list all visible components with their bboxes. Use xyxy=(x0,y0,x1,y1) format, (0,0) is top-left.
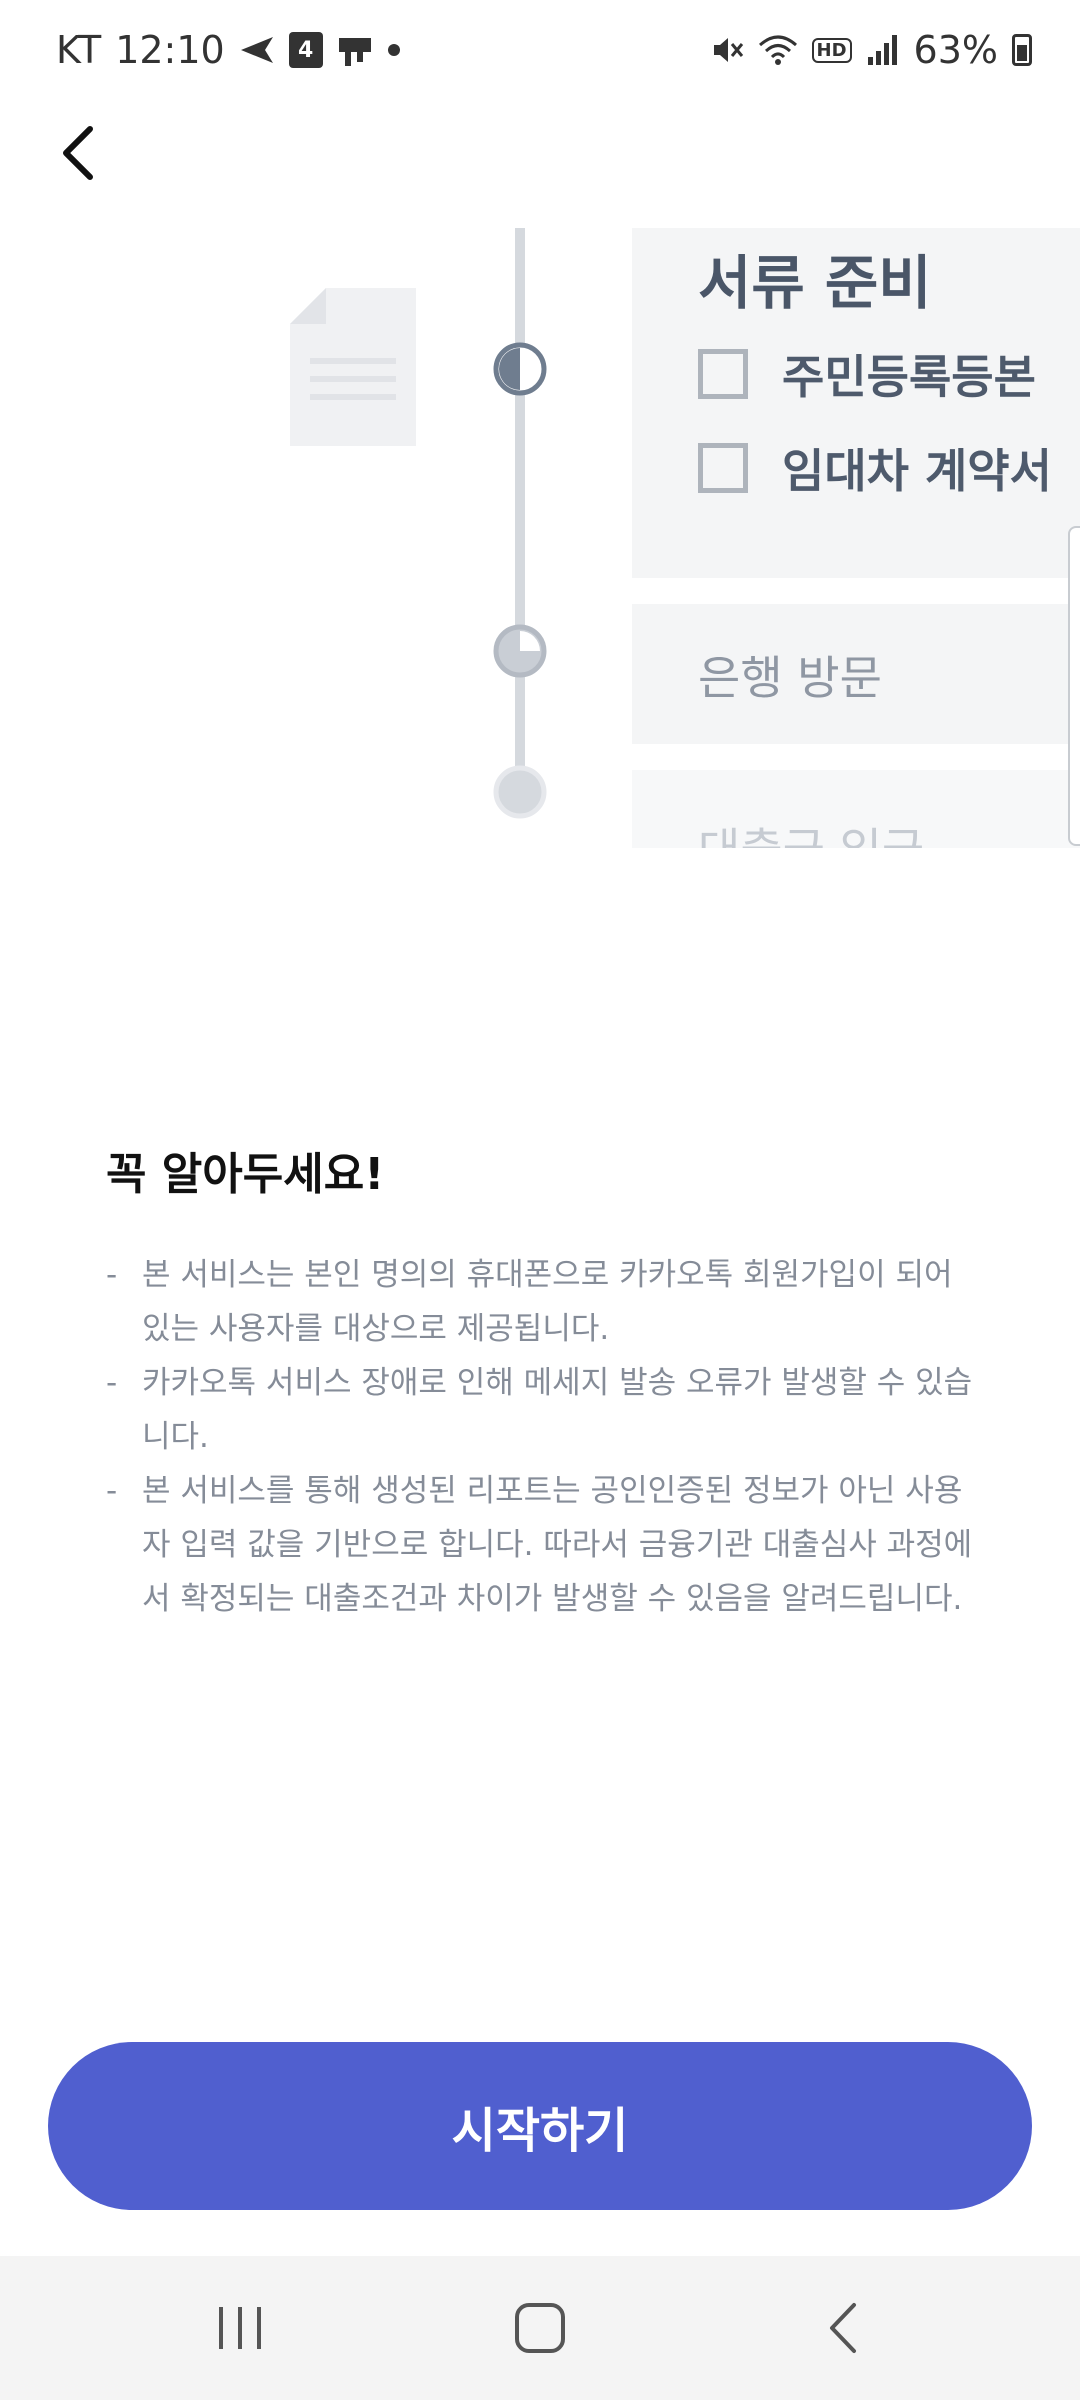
notice-item: - 본 서비스는 본인 명의의 휴대폰으로 카카오톡 회원가입이 되어 있는 사… xyxy=(106,1248,986,1356)
document-label: 주민등록등본 xyxy=(782,350,1036,404)
home-icon xyxy=(515,2303,565,2353)
document-check-item: 주민등록등본 xyxy=(698,344,1036,404)
bullet-dash: - xyxy=(106,1365,118,1401)
send-icon xyxy=(239,35,275,65)
step-card-documents: 서류 준비 주민등록등본 임대차 계약서 xyxy=(632,228,1080,578)
device-icon xyxy=(337,32,373,68)
battery-percent: 63% xyxy=(913,28,998,72)
step-card-loan-deposit: 대출금 입금 xyxy=(632,770,1080,848)
start-button[interactable]: 시작하기 xyxy=(48,2042,1032,2210)
document-fold xyxy=(290,288,326,324)
signal-icon xyxy=(866,33,900,67)
wifi-icon xyxy=(758,33,798,67)
timeline-node-quarter-icon xyxy=(493,624,547,678)
carrier-label: KT xyxy=(56,28,102,72)
document-line xyxy=(310,358,396,364)
status-left: KT 12:10 4 xyxy=(56,22,401,78)
timeline-node-empty-icon xyxy=(493,765,547,819)
status-right: HD 63% xyxy=(710,22,1032,78)
battery-icon xyxy=(1012,34,1032,66)
home-button[interactable] xyxy=(460,2256,620,2400)
step-label: 은행 방문 xyxy=(698,651,882,705)
notice-item: - 카카오톡 서비스 장애로 인해 메세지 발송 오류가 발생할 수 있습니다. xyxy=(106,1356,986,1464)
document-line xyxy=(310,376,396,382)
back-arrow-icon xyxy=(63,126,93,180)
recent-apps-icon xyxy=(219,2307,261,2349)
process-illustration: 서류 준비 주민등록등본 임대차 계약서 은행 방문 대출금 입금 xyxy=(0,228,1080,848)
bullet-dash: - xyxy=(106,1257,118,1293)
checkbox xyxy=(698,349,748,399)
bullet-dash: - xyxy=(106,1473,118,1509)
checkbox xyxy=(698,443,748,493)
document-check-item: 임대차 계약서 xyxy=(698,438,1052,498)
document-label: 임대차 계약서 xyxy=(782,444,1052,498)
notice-title: 꼭 알아두세요! xyxy=(106,1149,385,1200)
step-title: 서류 준비 xyxy=(698,249,932,317)
hd-voice-icon: HD xyxy=(811,37,852,63)
scroll-indicator xyxy=(1068,526,1080,846)
notice-list: - 본 서비스는 본인 명의의 휴대폰으로 카카오톡 회원가입이 되어 있는 사… xyxy=(106,1248,986,1626)
status-bar: KT 12:10 4 HD 63% xyxy=(0,0,1080,100)
notice-text: 본 서비스는 본인 명의의 휴대폰으로 카카오톡 회원가입이 되어 있는 사용자… xyxy=(142,1257,953,1347)
step-label: 대출금 입금 xyxy=(698,814,924,848)
notice-text: 카카오톡 서비스 장애로 인해 메세지 발송 오류가 발생할 수 있습니다. xyxy=(142,1365,973,1455)
clock: 12:10 xyxy=(115,28,225,72)
notice-item: - 본 서비스를 통해 생성된 리포트는 공인인증된 정보가 아닌 사용자 입력… xyxy=(106,1464,986,1626)
step-card-bank-visit: 은행 방문 xyxy=(632,604,1080,744)
timeline-node-half-icon xyxy=(493,342,547,396)
nav-back-icon xyxy=(830,2303,856,2353)
notification-dot-icon xyxy=(387,43,401,57)
back-button[interactable] xyxy=(48,118,108,188)
notice-text: 본 서비스를 통해 생성된 리포트는 공인인증된 정보가 아닌 사용자 입력 값… xyxy=(142,1473,973,1617)
nav-back-button[interactable] xyxy=(764,2256,924,2400)
recent-apps-button[interactable] xyxy=(160,2256,320,2400)
timeline-line xyxy=(515,228,525,788)
calendar-icon: 4 xyxy=(288,32,323,68)
system-nav-bar xyxy=(0,2256,1080,2400)
document-line xyxy=(310,394,396,400)
mute-icon xyxy=(710,33,744,67)
